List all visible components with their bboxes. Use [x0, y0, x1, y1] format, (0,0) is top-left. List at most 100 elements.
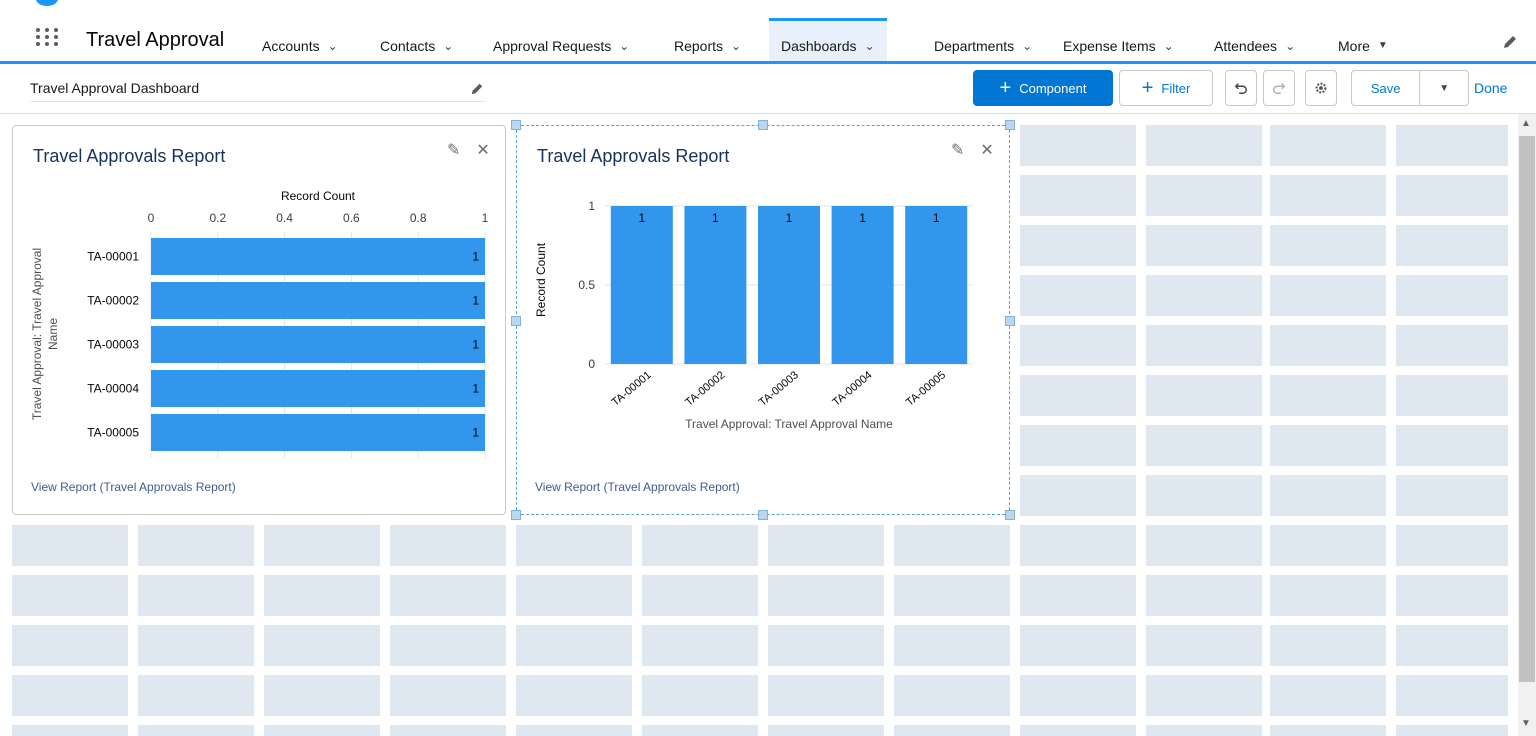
grid-cell [1020, 425, 1136, 466]
grid-cell [138, 525, 254, 566]
nav-item-label: More [1338, 37, 1370, 54]
grid-cell [768, 675, 884, 716]
chevron-down-icon[interactable]: ⌄ [1285, 39, 1295, 53]
bar [151, 414, 485, 451]
add-filter-button[interactable]: + Filter [1119, 70, 1213, 106]
scroll-up-icon[interactable]: ▲ [1521, 118, 1531, 129]
grid-cell [1396, 525, 1508, 566]
nav-item-label: Expense Items [1063, 37, 1156, 54]
grid-cell [1020, 625, 1136, 666]
grid-cell [768, 525, 884, 566]
app-launcher-icon[interactable] [36, 28, 58, 50]
dashboard-title: Travel Approval Dashboard [30, 80, 200, 96]
add-component-button[interactable]: + Component [973, 70, 1113, 106]
y-axis-title: Travel Approval: Travel Approval Name [30, 248, 60, 420]
report-chart-widget[interactable]: Travel Approvals Report ✎ ✕ Record Count… [12, 125, 506, 515]
properties-button[interactable] [1305, 70, 1337, 106]
grid-cell [1020, 275, 1136, 316]
dashboard-title-field[interactable]: Travel Approval Dashboard [30, 78, 486, 102]
data-label: 1 [472, 426, 479, 440]
grid-cell [516, 725, 632, 736]
x-category-label: TA-00002 [683, 369, 727, 409]
data-label: 1 [712, 211, 719, 225]
grid-cell [12, 575, 128, 616]
grid-cell [390, 725, 506, 736]
scroll-down-icon[interactable]: ▼ [1521, 718, 1531, 729]
vertical-scrollbar[interactable]: ▲ ▼ [1518, 114, 1536, 736]
nav-item-more[interactable]: More ▼ [1326, 18, 1400, 61]
nav-item-attendees[interactable]: Attendees ⌄ [1202, 18, 1307, 61]
nav-item-label: Attendees [1214, 37, 1278, 54]
resize-handle[interactable] [758, 510, 768, 520]
bar [151, 282, 485, 319]
data-label: 1 [472, 338, 479, 352]
grid-cell [1020, 225, 1136, 266]
resize-handle[interactable] [1005, 316, 1015, 326]
grid-cell [1146, 125, 1262, 166]
data-label: 1 [472, 250, 479, 264]
done-button[interactable]: Done [1474, 80, 1507, 96]
close-icon[interactable]: ✕ [476, 140, 489, 160]
view-report-link[interactable]: View Report (Travel Approvals Report) [31, 480, 236, 494]
resize-handle[interactable] [511, 120, 521, 130]
grid-cell [642, 525, 758, 566]
nav-item-label: Approval Requests [493, 37, 612, 54]
nav-item-expense-items[interactable]: Expense Items ⌄ [1051, 18, 1186, 61]
y-category-label: TA-00003 [87, 338, 139, 352]
grid-cell [1270, 625, 1386, 666]
resize-handle[interactable] [511, 316, 521, 326]
report-chart-widget-selected[interactable]: Travel Approvals Report ✎ ✕ 0 0.5 1 1 TA-000… [516, 125, 1010, 515]
nav-item-contacts[interactable]: Contacts ⌄ [368, 18, 465, 61]
grid-cell [1270, 175, 1386, 216]
resize-handle[interactable] [1005, 510, 1015, 520]
nav-item-departments[interactable]: Departments ⌄ [922, 18, 1044, 61]
bar [684, 206, 747, 364]
chevron-down-icon[interactable]: ⌄ [1022, 39, 1032, 53]
data-label: 1 [638, 211, 645, 225]
pencil-icon[interactable]: ✎ [951, 140, 964, 160]
dashboard-canvas: Travel Approvals Report ✎ ✕ Record Count… [0, 114, 1518, 736]
bar [831, 206, 894, 364]
nav-item-approval-requests[interactable]: Approval Requests ⌄ [481, 18, 641, 61]
pencil-icon[interactable]: ✎ [447, 140, 460, 160]
bar [758, 206, 820, 364]
grid-cell [390, 625, 506, 666]
save-button[interactable]: Save [1352, 81, 1419, 96]
grid-cell [1146, 675, 1262, 716]
grid-cell [264, 625, 380, 666]
save-button-group: Save ▼ [1351, 70, 1469, 106]
y-tick-label: 1 [588, 199, 595, 213]
resize-handle[interactable] [511, 510, 521, 520]
grid-cell [12, 675, 128, 716]
view-report-link[interactable]: View Report (Travel Approvals Report) [535, 480, 740, 494]
chevron-down-icon[interactable]: ⌄ [1164, 39, 1174, 53]
grid-cell [768, 725, 884, 736]
x-category-label: TA-00003 [757, 369, 801, 409]
grid-cell [1020, 325, 1136, 366]
nav-item-dashboards[interactable]: Dashboards ⌄ [769, 18, 887, 61]
scrollbar-thumb[interactable] [1519, 136, 1535, 682]
nav-item-reports[interactable]: Reports ⌄ [662, 18, 753, 61]
resize-handle[interactable] [1005, 120, 1015, 130]
resize-handle[interactable] [758, 120, 768, 130]
bar [151, 238, 485, 275]
grid-cell [1396, 725, 1508, 736]
chevron-down-icon[interactable]: ⌄ [328, 39, 338, 53]
chevron-down-icon[interactable]: ⌄ [865, 39, 875, 53]
nav-item-accounts[interactable]: Accounts ⌄ [250, 18, 350, 61]
edit-title-pencil-icon[interactable] [470, 82, 484, 96]
chevron-down-icon[interactable]: ⌄ [731, 39, 741, 53]
grid-cell [516, 625, 632, 666]
grid-cell [138, 725, 254, 736]
close-icon[interactable]: ✕ [980, 140, 993, 160]
bar [151, 370, 485, 407]
chevron-down-icon[interactable]: ⌄ [619, 39, 629, 53]
chevron-down-icon[interactable]: ⌄ [443, 39, 453, 53]
save-menu-caret-icon[interactable]: ▼ [1420, 83, 1468, 94]
grid-cell [516, 525, 632, 566]
redo-button[interactable] [1263, 70, 1295, 106]
grid-cell [12, 725, 128, 736]
y-category-label: TA-00002 [87, 294, 139, 308]
undo-button[interactable] [1225, 70, 1257, 106]
edit-nav-pencil-icon[interactable] [1502, 34, 1518, 50]
